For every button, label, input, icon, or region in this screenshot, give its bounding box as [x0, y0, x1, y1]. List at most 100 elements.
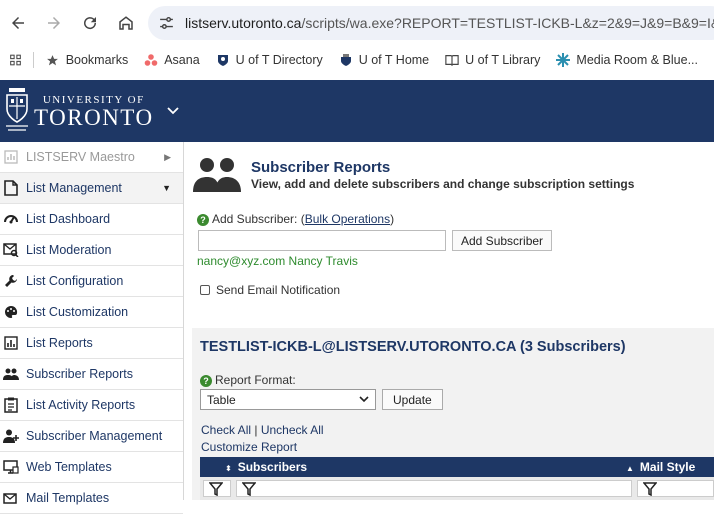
- sidebar-item-label: List Dashboard: [26, 212, 111, 226]
- media-icon: [556, 53, 571, 67]
- browser-toolbar: listserv.utoronto.ca/scripts/wa.exe?REPO…: [0, 0, 714, 45]
- address-bar[interactable]: listserv.utoronto.ca/scripts/wa.exe?REPO…: [148, 6, 714, 40]
- uncheck-all-link[interactable]: Uncheck All: [261, 423, 324, 437]
- activity-icon: [2, 396, 20, 414]
- templates-icon: [2, 458, 20, 476]
- bookmark-asana[interactable]: Asana: [144, 53, 200, 67]
- help-icon[interactable]: ?: [197, 213, 209, 226]
- report-format-text: Report Format:: [215, 373, 296, 387]
- home-button[interactable]: [108, 5, 144, 41]
- add-subscriber-button[interactable]: Add Subscriber: [452, 230, 553, 251]
- home-icon: [119, 15, 133, 30]
- report-format-value: Table: [207, 392, 236, 407]
- sidebar-item-web-templates[interactable]: Web Templates: [0, 452, 183, 483]
- main-content: Subscriber Reports View, add and delete …: [185, 142, 714, 500]
- reports-icon: [2, 334, 20, 352]
- bookmark-uoft-home[interactable]: U of T Home: [339, 53, 429, 67]
- sidebar-item-list-configuration[interactable]: List Configuration: [0, 266, 183, 297]
- sidebar-item-list-management[interactable]: List Management ▼: [0, 173, 183, 204]
- check-links: Check All | Uncheck All: [201, 423, 324, 437]
- add-subscriber-label: ? Add Subscriber: (Bulk Operations): [197, 212, 394, 226]
- bookmark-uoft-directory[interactable]: U of T Directory: [216, 53, 323, 67]
- sort-up-icon: ▲: [626, 464, 634, 473]
- uoft-crest-icon[interactable]: [4, 86, 30, 136]
- bookmark-label: Bookmarks: [65, 53, 129, 67]
- sidebar-item-list-moderation[interactable]: List Moderation: [0, 235, 183, 266]
- add-subscriber-close: ): [390, 212, 395, 226]
- sidebar-item-subscriber-management[interactable]: Subscriber Management: [0, 421, 183, 452]
- bookmark-bookmarks[interactable]: Bookmarks: [46, 53, 129, 67]
- update-button[interactable]: Update: [382, 389, 443, 410]
- sort-icon: ⬍: [225, 464, 232, 473]
- column-label: Subscribers: [237, 460, 308, 474]
- bookmarks-divider: [33, 52, 34, 68]
- filter-icon[interactable]: [643, 482, 657, 496]
- customize-report-link[interactable]: Customize Report: [201, 440, 297, 454]
- sidebar-item-label: List Configuration: [26, 274, 124, 288]
- uoft-crest-icon: [216, 53, 230, 67]
- apps-grid-icon[interactable]: [10, 52, 21, 68]
- mail-templates-icon: [2, 489, 20, 507]
- sidebar-item-label: Subscriber Reports: [26, 367, 133, 381]
- star-icon: [46, 53, 60, 67]
- chevron-down-icon[interactable]: [166, 104, 180, 118]
- caret-down-icon: ▼: [162, 183, 171, 193]
- forward-arrow-icon: [48, 16, 60, 29]
- column-header-subscribers[interactable]: ⬍ Subscribers: [225, 460, 307, 474]
- sidebar-item-label: LISTSERV Maestro: [26, 150, 135, 164]
- page-heading: [193, 156, 243, 192]
- wrench-icon: [2, 272, 20, 290]
- add-subscriber-input[interactable]: [198, 230, 446, 251]
- bookmark-label: U of T Home: [358, 53, 430, 67]
- sidebar-item-label: List Moderation: [26, 243, 112, 257]
- people-icon: [193, 158, 241, 192]
- site-header: UNIVERSITY OF TORONTO: [0, 80, 714, 142]
- help-icon[interactable]: ?: [200, 374, 212, 387]
- site-info-icon[interactable]: [158, 14, 175, 32]
- document-icon: [2, 179, 20, 197]
- bookmark-label: U of T Directory: [235, 53, 323, 67]
- forward-button[interactable]: [36, 5, 72, 41]
- dashboard-icon: [2, 210, 20, 228]
- table-header: ⬍ Subscribers ▲ Mail Style: [200, 457, 714, 477]
- university-name[interactable]: UNIVERSITY OF TORONTO: [34, 94, 154, 129]
- people-icon: [2, 365, 20, 383]
- column-header-mail-style[interactable]: ▲ Mail Style: [626, 460, 695, 474]
- sidebar-item-list-customization[interactable]: List Customization: [0, 297, 183, 328]
- library-icon: [445, 53, 459, 67]
- back-arrow-icon: [12, 16, 24, 29]
- url-host: listserv.utoronto.ca: [184, 15, 302, 31]
- filter-icon[interactable]: [209, 482, 223, 496]
- reload-button[interactable]: [72, 5, 108, 41]
- palette-icon: [2, 303, 20, 321]
- bookmark-uoft-library[interactable]: U of T Library: [445, 53, 540, 67]
- send-notification-option[interactable]: Send Email Notification: [200, 283, 340, 297]
- send-notification-checkbox[interactable]: [200, 285, 210, 295]
- sidebar-item-subscriber-reports[interactable]: Subscriber Reports: [0, 359, 183, 390]
- check-links-separator: |: [251, 423, 261, 437]
- bookmarks-bar: Bookmarks Asana U of T Directory U of T …: [0, 45, 714, 75]
- bookmark-media-room[interactable]: Media Room & Blue...: [556, 53, 698, 67]
- page-subtitle: View, add and delete subscribers and cha…: [251, 177, 635, 191]
- subscribers-filter-input[interactable]: [236, 480, 632, 497]
- sidebar-item-list-reports[interactable]: List Reports: [0, 328, 183, 359]
- report-format-label: ? Report Format:: [200, 373, 296, 387]
- sidebar-item-list-dashboard[interactable]: List Dashboard: [0, 204, 183, 235]
- column-label: Mail Style: [639, 460, 696, 474]
- sidebar-item-list-activity-reports[interactable]: List Activity Reports: [0, 390, 183, 421]
- sidebar: LISTSERV Maestro ▶ List Management ▼ Lis…: [0, 142, 184, 514]
- sidebar-item-label: Web Templates: [26, 460, 112, 474]
- bar-chart-icon: [2, 148, 20, 166]
- report-format-select[interactable]: Table: [200, 389, 376, 410]
- uoft-crest-icon: [339, 53, 353, 67]
- sidebar-item-listserv-maestro[interactable]: LISTSERV Maestro ▶: [0, 142, 183, 173]
- filter-icon[interactable]: [242, 482, 256, 496]
- url-path: /scripts/wa.exe?REPORT=TESTLIST-ICKB-L&z…: [301, 15, 714, 31]
- example-subscriber-text: nancy@xyz.com Nancy Travis: [197, 254, 358, 268]
- report-title: TESTLIST-ICKB-L@LISTSERV.UTORONTO.CA (3 …: [200, 339, 626, 355]
- bulk-operations-link[interactable]: Bulk Operations: [305, 212, 390, 226]
- sidebar-item-mail-templates[interactable]: Mail Templates: [0, 483, 183, 514]
- back-button[interactable]: [0, 5, 36, 41]
- sidebar-item-label: List Reports: [26, 336, 93, 350]
- check-all-link[interactable]: Check All: [201, 423, 251, 437]
